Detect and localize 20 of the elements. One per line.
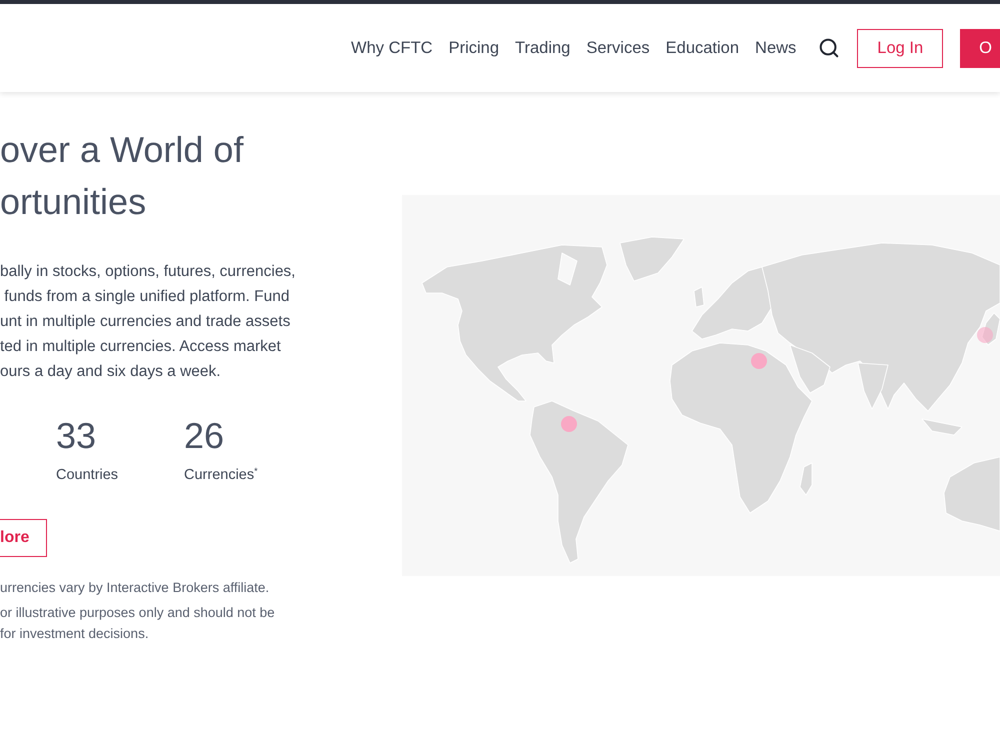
nav-link[interactable]: Trading [515, 38, 570, 58]
hero-paragraph: bally in stocks, options, futures, currencies, funds from a single unified platform. Fund unt in multiple currencies and trade assets ted in multiple currencies. Access market ours a day and six days a week. [0, 262, 296, 382]
cta-button[interactable]: O [960, 28, 1000, 68]
nav-link[interactable]: Pricing [448, 38, 500, 58]
nav-link[interactable]: Services [586, 38, 650, 58]
more-button[interactable]: lore [0, 519, 48, 557]
stat-label: Countries [56, 466, 118, 485]
location-dot-icon [977, 327, 993, 343]
nav-link[interactable]: Why CFTC [351, 38, 433, 58]
nav-link[interactable]: News [755, 38, 796, 58]
footnote: urrencies vary by Interactive Brokers affiliate. [0, 579, 270, 597]
stat-value: 33 [56, 416, 96, 456]
stat-value: 26 [184, 416, 224, 456]
hero-heading: over a World of ortunities [0, 128, 244, 224]
stat-label: Currencies$^{*}$ [184, 465, 258, 485]
footnote: or illustrative purposes only and should not be for investment decisions. [0, 604, 275, 643]
nav-link[interactable]: Education [666, 38, 740, 58]
login-button[interactable]: Log In [857, 28, 944, 68]
search-button[interactable] [818, 37, 840, 59]
search-icon [818, 37, 840, 59]
